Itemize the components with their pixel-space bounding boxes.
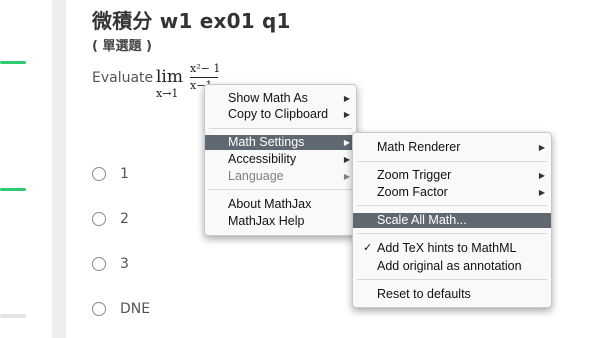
menu-item-label: Language	[228, 169, 284, 183]
triangle-right-icon: ▶	[343, 110, 350, 119]
option-3[interactable]: 3	[92, 254, 129, 274]
menu-item-reset-to-defaults[interactable]: Reset to defaults	[353, 287, 551, 302]
math-fraction-bar	[190, 77, 218, 78]
menu-item-add-tex-hints[interactable]: ✓ Add TeX hints to MathML	[353, 241, 551, 256]
menu-item-label: Zoom Trigger	[377, 168, 452, 182]
panel-divider	[52, 0, 66, 338]
radio-unchecked-icon[interactable]	[92, 167, 106, 181]
math-numerator: x²− 1	[190, 62, 221, 75]
menu-item-label: MathJax Help	[228, 214, 305, 228]
menu-item-zoom-trigger[interactable]: Zoom Trigger ▶	[353, 168, 551, 183]
triangle-right-icon: ▶	[538, 171, 545, 180]
triangle-right-icon: ▶	[538, 188, 545, 197]
mathjax-context-menu: Show Math As ▶ Copy to Clipboard ▶ Math …	[204, 84, 357, 236]
triangle-right-icon: ▶	[343, 138, 350, 147]
menu-item-add-original-annotation[interactable]: Add original as annotation	[353, 259, 551, 274]
question-prompt: Evaluate	[92, 70, 154, 86]
triangle-right-icon: ▶	[538, 143, 545, 152]
question-type: ( 單選題 )	[92, 39, 152, 54]
menu-item-show-math-as[interactable]: Show Math As ▶	[205, 91, 356, 106]
menu-separator	[209, 189, 352, 190]
menu-item-copy-to-clipboard[interactable]: Copy to Clipboard ▶	[205, 107, 356, 122]
progress-mark-green	[0, 61, 26, 64]
radio-unchecked-icon[interactable]	[92, 212, 106, 226]
menu-item-label: Zoom Factor	[377, 185, 448, 199]
option-label: 2	[120, 211, 129, 227]
menu-item-language: Language ▶	[205, 169, 356, 184]
triangle-right-icon: ▶	[343, 155, 350, 164]
left-nav-panel	[0, 0, 52, 338]
option-label: DNE	[120, 301, 151, 317]
menu-item-label: Reset to defaults	[377, 287, 471, 301]
menu-item-label: Math Renderer	[377, 140, 461, 154]
progress-mark-gray	[0, 314, 26, 318]
menu-item-math-settings[interactable]: Math Settings ▶	[205, 135, 356, 150]
menu-item-label: Scale All Math...	[377, 213, 467, 227]
menu-item-label: Add original as annotation	[377, 259, 522, 273]
menu-item-mathjax-help[interactable]: MathJax Help	[205, 214, 356, 229]
menu-item-accessibility[interactable]: Accessibility ▶	[205, 152, 356, 167]
checkmark-icon: ✓	[363, 242, 373, 254]
menu-item-math-renderer[interactable]: Math Renderer ▶	[353, 140, 551, 155]
menu-item-label: Accessibility	[228, 152, 297, 166]
menu-item-label: Add TeX hints to MathML	[377, 241, 517, 255]
menu-separator	[357, 161, 547, 162]
menu-item-label: Math Settings	[228, 135, 305, 149]
menu-separator	[357, 233, 547, 234]
menu-item-scale-all-math[interactable]: Scale All Math...	[353, 213, 551, 228]
menu-separator	[209, 128, 352, 129]
progress-mark-green	[0, 188, 26, 191]
option-1[interactable]: 1	[92, 164, 129, 184]
menu-separator	[357, 205, 547, 206]
menu-item-label: Show Math As	[228, 91, 308, 105]
math-lim: lim	[156, 67, 183, 87]
triangle-right-icon: ▶	[343, 172, 350, 181]
option-2[interactable]: 2	[92, 209, 129, 229]
menu-item-label: About MathJax	[228, 197, 312, 211]
triangle-right-icon: ▶	[343, 94, 350, 103]
menu-separator	[357, 279, 547, 280]
radio-unchecked-icon[interactable]	[92, 302, 106, 316]
option-dne[interactable]: DNE	[92, 299, 150, 319]
menu-item-label: Copy to Clipboard	[228, 107, 329, 121]
radio-unchecked-icon[interactable]	[92, 257, 106, 271]
question-title: 微積分 w1 ex01 q1	[92, 9, 291, 33]
math-lim-subscript: x→1	[156, 87, 179, 100]
math-settings-submenu: Math Renderer ▶ Zoom Trigger ▶ Zoom Fact…	[352, 132, 552, 308]
option-label: 3	[120, 256, 129, 272]
menu-item-zoom-factor[interactable]: Zoom Factor ▶	[353, 185, 551, 200]
option-label: 1	[120, 166, 129, 182]
menu-item-about-mathjax[interactable]: About MathJax	[205, 197, 356, 212]
